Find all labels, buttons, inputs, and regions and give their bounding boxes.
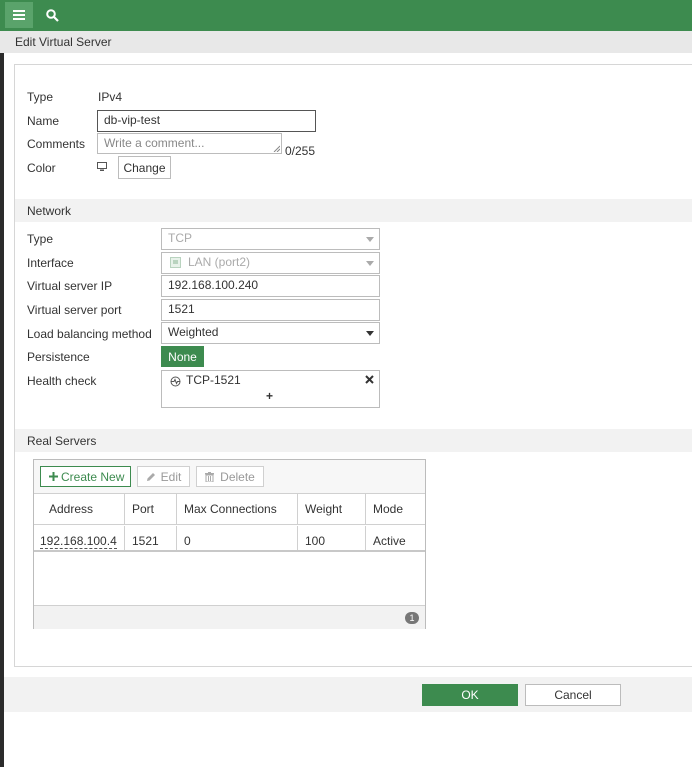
type-label: Type <box>27 90 54 104</box>
health-check-field[interactable]: TCP-1521 + <box>161 370 380 408</box>
vs-port-value: 1521 <box>168 302 195 316</box>
network-type-value: TCP <box>168 231 192 245</box>
name-input-value: db-vip-test <box>104 113 161 127</box>
plus-icon <box>49 472 58 481</box>
left-shadow <box>0 53 4 767</box>
top-bar <box>0 0 692 31</box>
lb-method-label: Load balancing method <box>27 327 152 341</box>
search-button[interactable] <box>40 2 64 28</box>
health-check-value: TCP-1521 <box>186 373 241 387</box>
column-header-max-connections[interactable]: Max Connections <box>177 493 298 524</box>
interface-label: Interface <box>27 256 74 270</box>
table-footer: 1 <box>34 605 425 629</box>
network-type-select[interactable]: TCP <box>161 228 380 250</box>
menu-button[interactable] <box>5 2 33 28</box>
dialog-title: Edit Virtual Server <box>15 35 112 49</box>
close-icon[interactable] <box>365 375 374 384</box>
create-new-button[interactable]: Create New <box>40 466 131 487</box>
row-count-badge: 1 <box>405 612 419 624</box>
real-servers-table: Create New Edit Delete Address Port Max … <box>33 459 426 629</box>
chevron-down-icon <box>366 261 374 266</box>
cell-weight: 100 <box>298 526 366 551</box>
network-section-title: Network <box>27 204 72 218</box>
real-servers-section-header: Real Servers <box>15 429 692 452</box>
dialog-title-bar: Edit Virtual Server <box>0 31 692 53</box>
header-bottom-divider <box>34 524 425 525</box>
type-value: IPv4 <box>98 90 123 104</box>
real-servers-section-title: Real Servers <box>27 434 97 448</box>
cell-address: 192.168.100.4 <box>34 526 125 551</box>
row-divider <box>34 550 425 552</box>
persistence-label: Persistence <box>27 350 90 364</box>
comments-label: Comments <box>27 137 86 151</box>
network-type-label: Type <box>27 232 54 246</box>
delete-label: Delete <box>220 469 255 484</box>
delete-button[interactable]: Delete <box>196 466 264 487</box>
interface-select[interactable]: LAN (port2) <box>161 252 380 274</box>
vs-port-input[interactable]: 1521 <box>161 299 380 321</box>
network-section-header: Network <box>15 199 692 222</box>
column-header-mode[interactable]: Mode <box>366 493 425 524</box>
change-color-button[interactable]: Change <box>118 156 171 179</box>
cancel-button[interactable]: Cancel <box>525 684 621 706</box>
vs-port-label: Virtual server port <box>27 303 122 317</box>
color-label: Color <box>27 161 56 175</box>
cell-mode: Active <box>373 534 406 548</box>
chevron-down-icon <box>366 331 374 336</box>
pencil-icon <box>146 472 155 481</box>
name-input[interactable]: db-vip-test <box>97 110 316 132</box>
column-header-address[interactable]: Address <box>34 493 125 524</box>
trash-icon <box>205 471 215 482</box>
cell-address-value: 192.168.100.4 <box>40 534 117 549</box>
dialog-footer: OK Cancel <box>4 677 692 712</box>
interface-value: LAN (port2) <box>188 255 251 269</box>
lb-method-value: Weighted <box>168 325 219 339</box>
create-new-label: Create New <box>61 469 125 484</box>
vs-ip-value: 192.168.100.240 <box>168 278 259 292</box>
network-port-icon <box>170 257 181 268</box>
lb-method-select[interactable]: Weighted <box>161 322 380 344</box>
edit-button[interactable]: Edit <box>137 466 190 487</box>
comments-placeholder: Write a comment... <box>104 136 205 150</box>
comments-counter: 0/255 <box>285 144 316 158</box>
health-check-label: Health check <box>27 374 97 388</box>
column-header-port[interactable]: Port <box>125 493 177 524</box>
comments-textarea[interactable]: Write a comment... <box>97 133 282 154</box>
persistence-none-option[interactable]: None <box>161 346 204 367</box>
hamburger-icon <box>13 10 25 20</box>
vs-ip-input[interactable]: 192.168.100.240 <box>161 275 380 297</box>
ok-button[interactable]: OK <box>422 684 518 706</box>
cell-port: 1521 <box>125 526 177 551</box>
resize-handle-icon <box>273 145 280 152</box>
column-header-weight[interactable]: Weight <box>298 493 366 524</box>
health-monitor-icon <box>170 376 181 387</box>
add-health-check-button[interactable]: + <box>266 389 273 403</box>
cell-max-connections: 0 <box>177 526 298 551</box>
monitor-icon <box>97 162 107 171</box>
search-icon <box>45 8 59 22</box>
vs-ip-label: Virtual server IP <box>27 279 113 293</box>
edit-label: Edit <box>160 469 182 484</box>
name-label: Name <box>27 114 60 128</box>
chevron-down-icon <box>366 237 374 242</box>
